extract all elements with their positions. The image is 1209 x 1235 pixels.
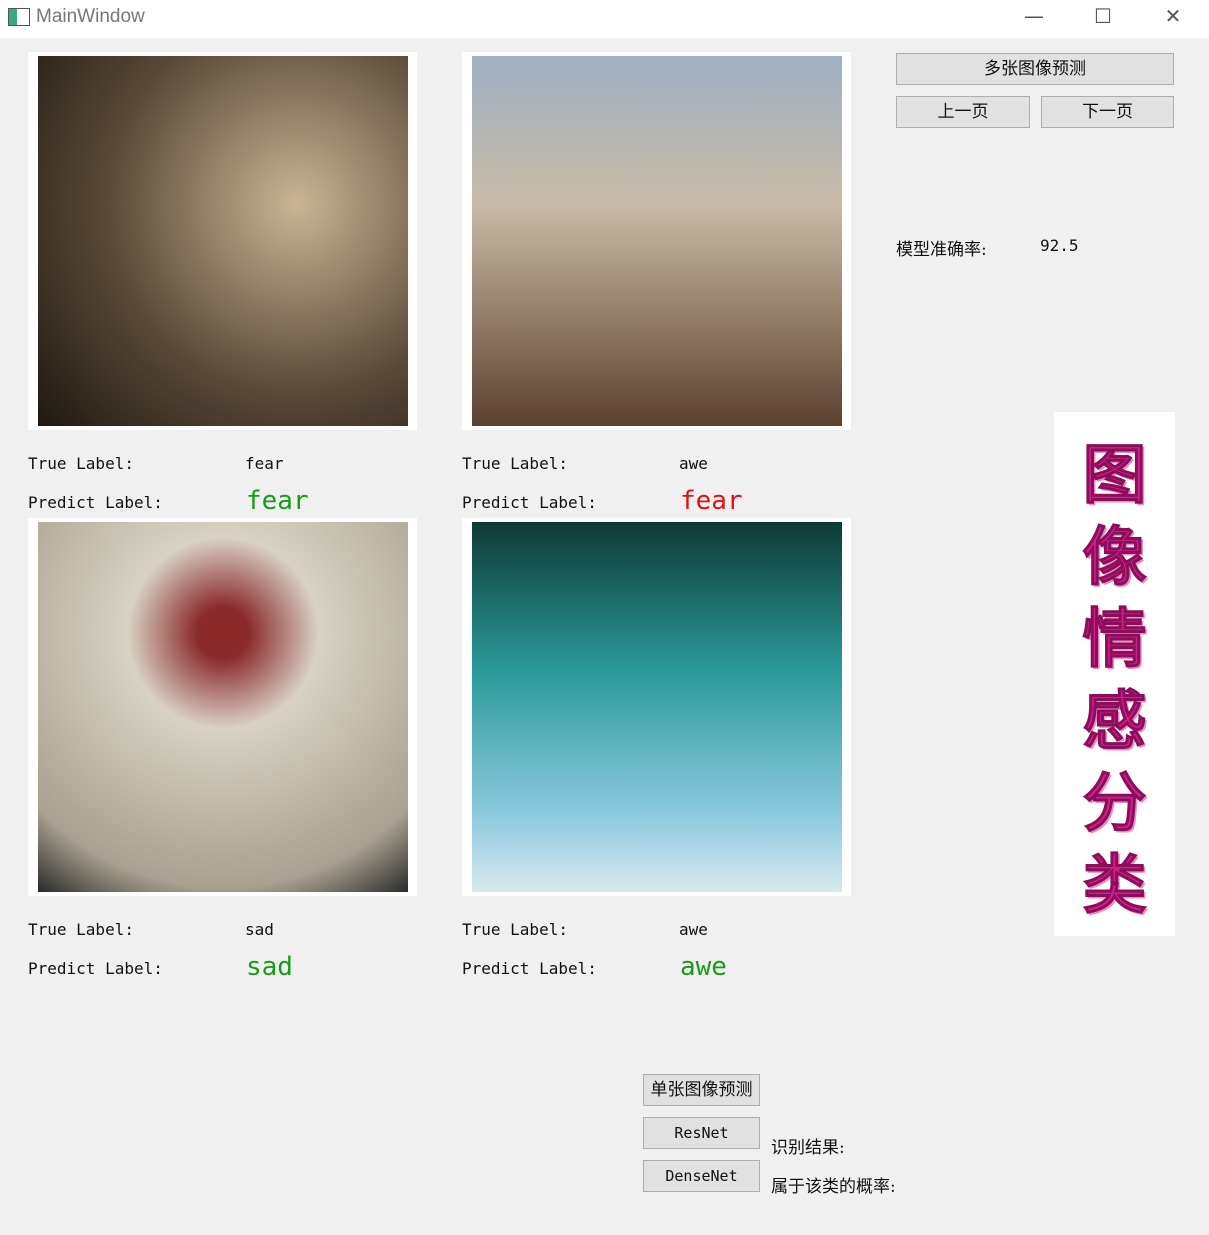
predict-label-value-1: fear — [246, 486, 309, 516]
predict-label-caption-2: Predict Label: — [462, 493, 597, 512]
image-frame-1 — [28, 52, 417, 430]
next-page-button[interactable]: 下一页 — [1041, 96, 1174, 128]
app-icon — [8, 8, 30, 26]
minimize-button[interactable]: — — [1014, 4, 1054, 32]
resnet-button[interactable]: ResNet — [643, 1117, 760, 1149]
accuracy-label: 模型准确率: — [896, 240, 987, 260]
close-button[interactable]: ✕ — [1153, 4, 1193, 32]
window-title: MainWindow — [36, 6, 145, 27]
predict-label-caption-1: Predict Label: — [28, 493, 163, 512]
predict-label-value-2: fear — [680, 486, 743, 516]
true-label-caption-3: True Label: — [28, 920, 134, 939]
predict-label-value-3: sad — [246, 952, 293, 982]
banner-char: 像 — [1082, 521, 1147, 596]
title-bar: MainWindow — ☐ ✕ — [0, 0, 1209, 38]
banner-char: 图 — [1082, 439, 1147, 514]
true-label-caption-4: True Label: — [462, 920, 568, 939]
banner-char: 类 — [1082, 849, 1147, 924]
true-label-caption-2: True Label: — [462, 454, 568, 473]
image-frame-4 — [462, 518, 851, 896]
true-label-caption-1: True Label: — [28, 454, 134, 473]
prev-page-button[interactable]: 上一页 — [896, 96, 1030, 128]
predict-label-caption-3: Predict Label: — [28, 959, 163, 978]
predict-label-value-4: awe — [680, 952, 727, 982]
image-4 — [472, 522, 842, 892]
accuracy-value: 92.5 — [1040, 236, 1079, 255]
result-label: 识别结果: — [771, 1138, 845, 1158]
banner-char: 感 — [1082, 685, 1147, 760]
predict-label-caption-4: Predict Label: — [462, 959, 597, 978]
image-frame-2 — [462, 52, 851, 430]
image-3 — [38, 522, 408, 892]
true-label-value-3: sad — [245, 920, 274, 939]
densenet-button[interactable]: DenseNet — [643, 1160, 760, 1192]
single-predict-button[interactable]: 单张图像预测 — [643, 1074, 760, 1106]
true-label-value-4: awe — [679, 920, 708, 939]
banner-char: 分 — [1082, 767, 1147, 842]
title-banner: 图 像 情 感 分 类 — [1054, 412, 1175, 936]
true-label-value-1: fear — [245, 454, 284, 473]
maximize-button[interactable]: ☐ — [1083, 4, 1123, 32]
true-label-value-2: awe — [679, 454, 708, 473]
probability-label: 属于该类的概率: — [771, 1177, 896, 1197]
banner-char: 情 — [1082, 603, 1147, 678]
image-1 — [38, 56, 408, 426]
image-2 — [472, 56, 842, 426]
image-frame-3 — [28, 518, 417, 896]
multi-predict-button[interactable]: 多张图像预测 — [896, 53, 1174, 85]
